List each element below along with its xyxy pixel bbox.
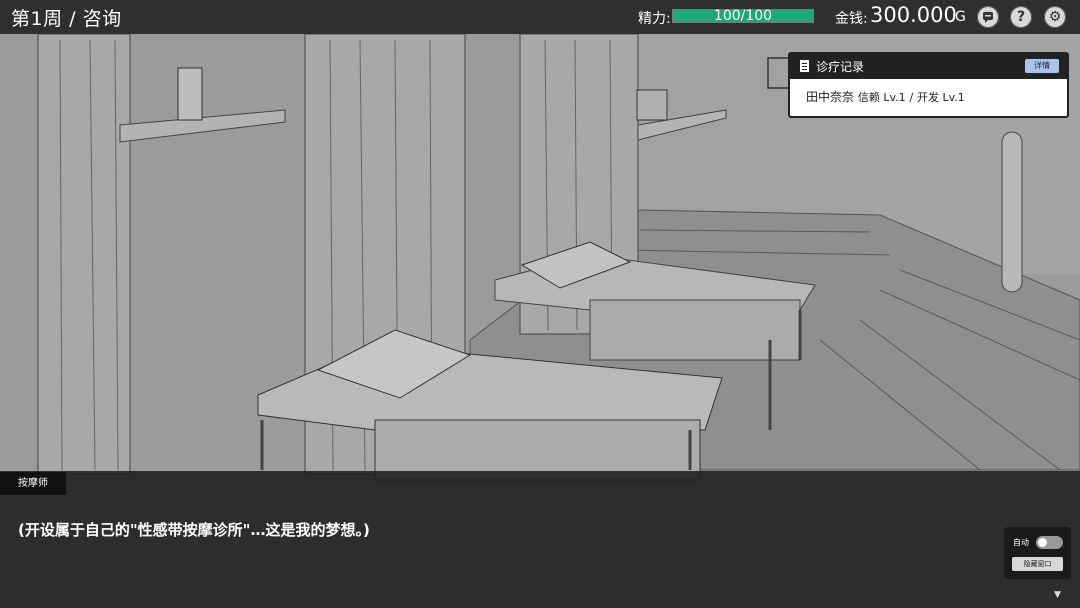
help-icon: ? bbox=[1016, 9, 1026, 25]
detail-button[interactable]: 详情 bbox=[1025, 59, 1059, 73]
auto-toggle[interactable] bbox=[1036, 536, 1063, 549]
record-title: 诊疗记录 bbox=[816, 60, 865, 74]
auto-label: 自动 bbox=[1013, 538, 1029, 547]
speaker-name: 按摩师 bbox=[0, 472, 66, 495]
help-button[interactable]: ? bbox=[1010, 6, 1032, 28]
trust-level: 信赖 Lv.1 bbox=[857, 91, 906, 104]
record-header: 诊疗记录 详情 bbox=[790, 54, 1067, 79]
settings-button[interactable]: ⚙ bbox=[1044, 6, 1066, 28]
dialogue-text: (开设属于自己的"性感带按摩诊所"…这是我的梦想。) bbox=[18, 521, 370, 539]
stamina-value: 100/100 bbox=[713, 8, 773, 24]
gear-icon: ⚙ bbox=[1048, 9, 1062, 25]
money-unit: G bbox=[955, 9, 966, 25]
stamina-bar: 100/100 bbox=[672, 8, 814, 24]
development-level: 开发 Lv.1 bbox=[917, 91, 965, 104]
toggle-knob bbox=[1038, 538, 1047, 547]
separator: / bbox=[909, 91, 914, 104]
hide-window-button[interactable]: 隐藏窗口 bbox=[1012, 557, 1063, 571]
money-value: 300.000 bbox=[870, 3, 957, 27]
dialogue-controls: 自动 隐藏窗口 bbox=[1004, 527, 1071, 579]
top-bar: 第1周 / 咨询 精力: 100/100 金钱: 300.000 G ? ⚙ bbox=[0, 0, 1080, 34]
document-icon bbox=[800, 60, 809, 72]
stamina-label: 精力: bbox=[638, 11, 671, 27]
medical-record-panel: 诊疗记录 详情 田中奈奈 信赖 Lv.1 / 开发 Lv.1 bbox=[788, 52, 1069, 118]
patient-name: 田中奈奈 bbox=[806, 90, 855, 104]
chat-button[interactable] bbox=[977, 6, 999, 28]
page-title: 第1周 / 咨询 bbox=[11, 8, 122, 30]
next-arrow-icon[interactable]: ▼ bbox=[1054, 590, 1061, 600]
chat-icon bbox=[983, 12, 993, 23]
patient-row[interactable]: 田中奈奈 信赖 Lv.1 / 开发 Lv.1 bbox=[806, 88, 965, 105]
money-label: 金钱: bbox=[835, 11, 868, 27]
